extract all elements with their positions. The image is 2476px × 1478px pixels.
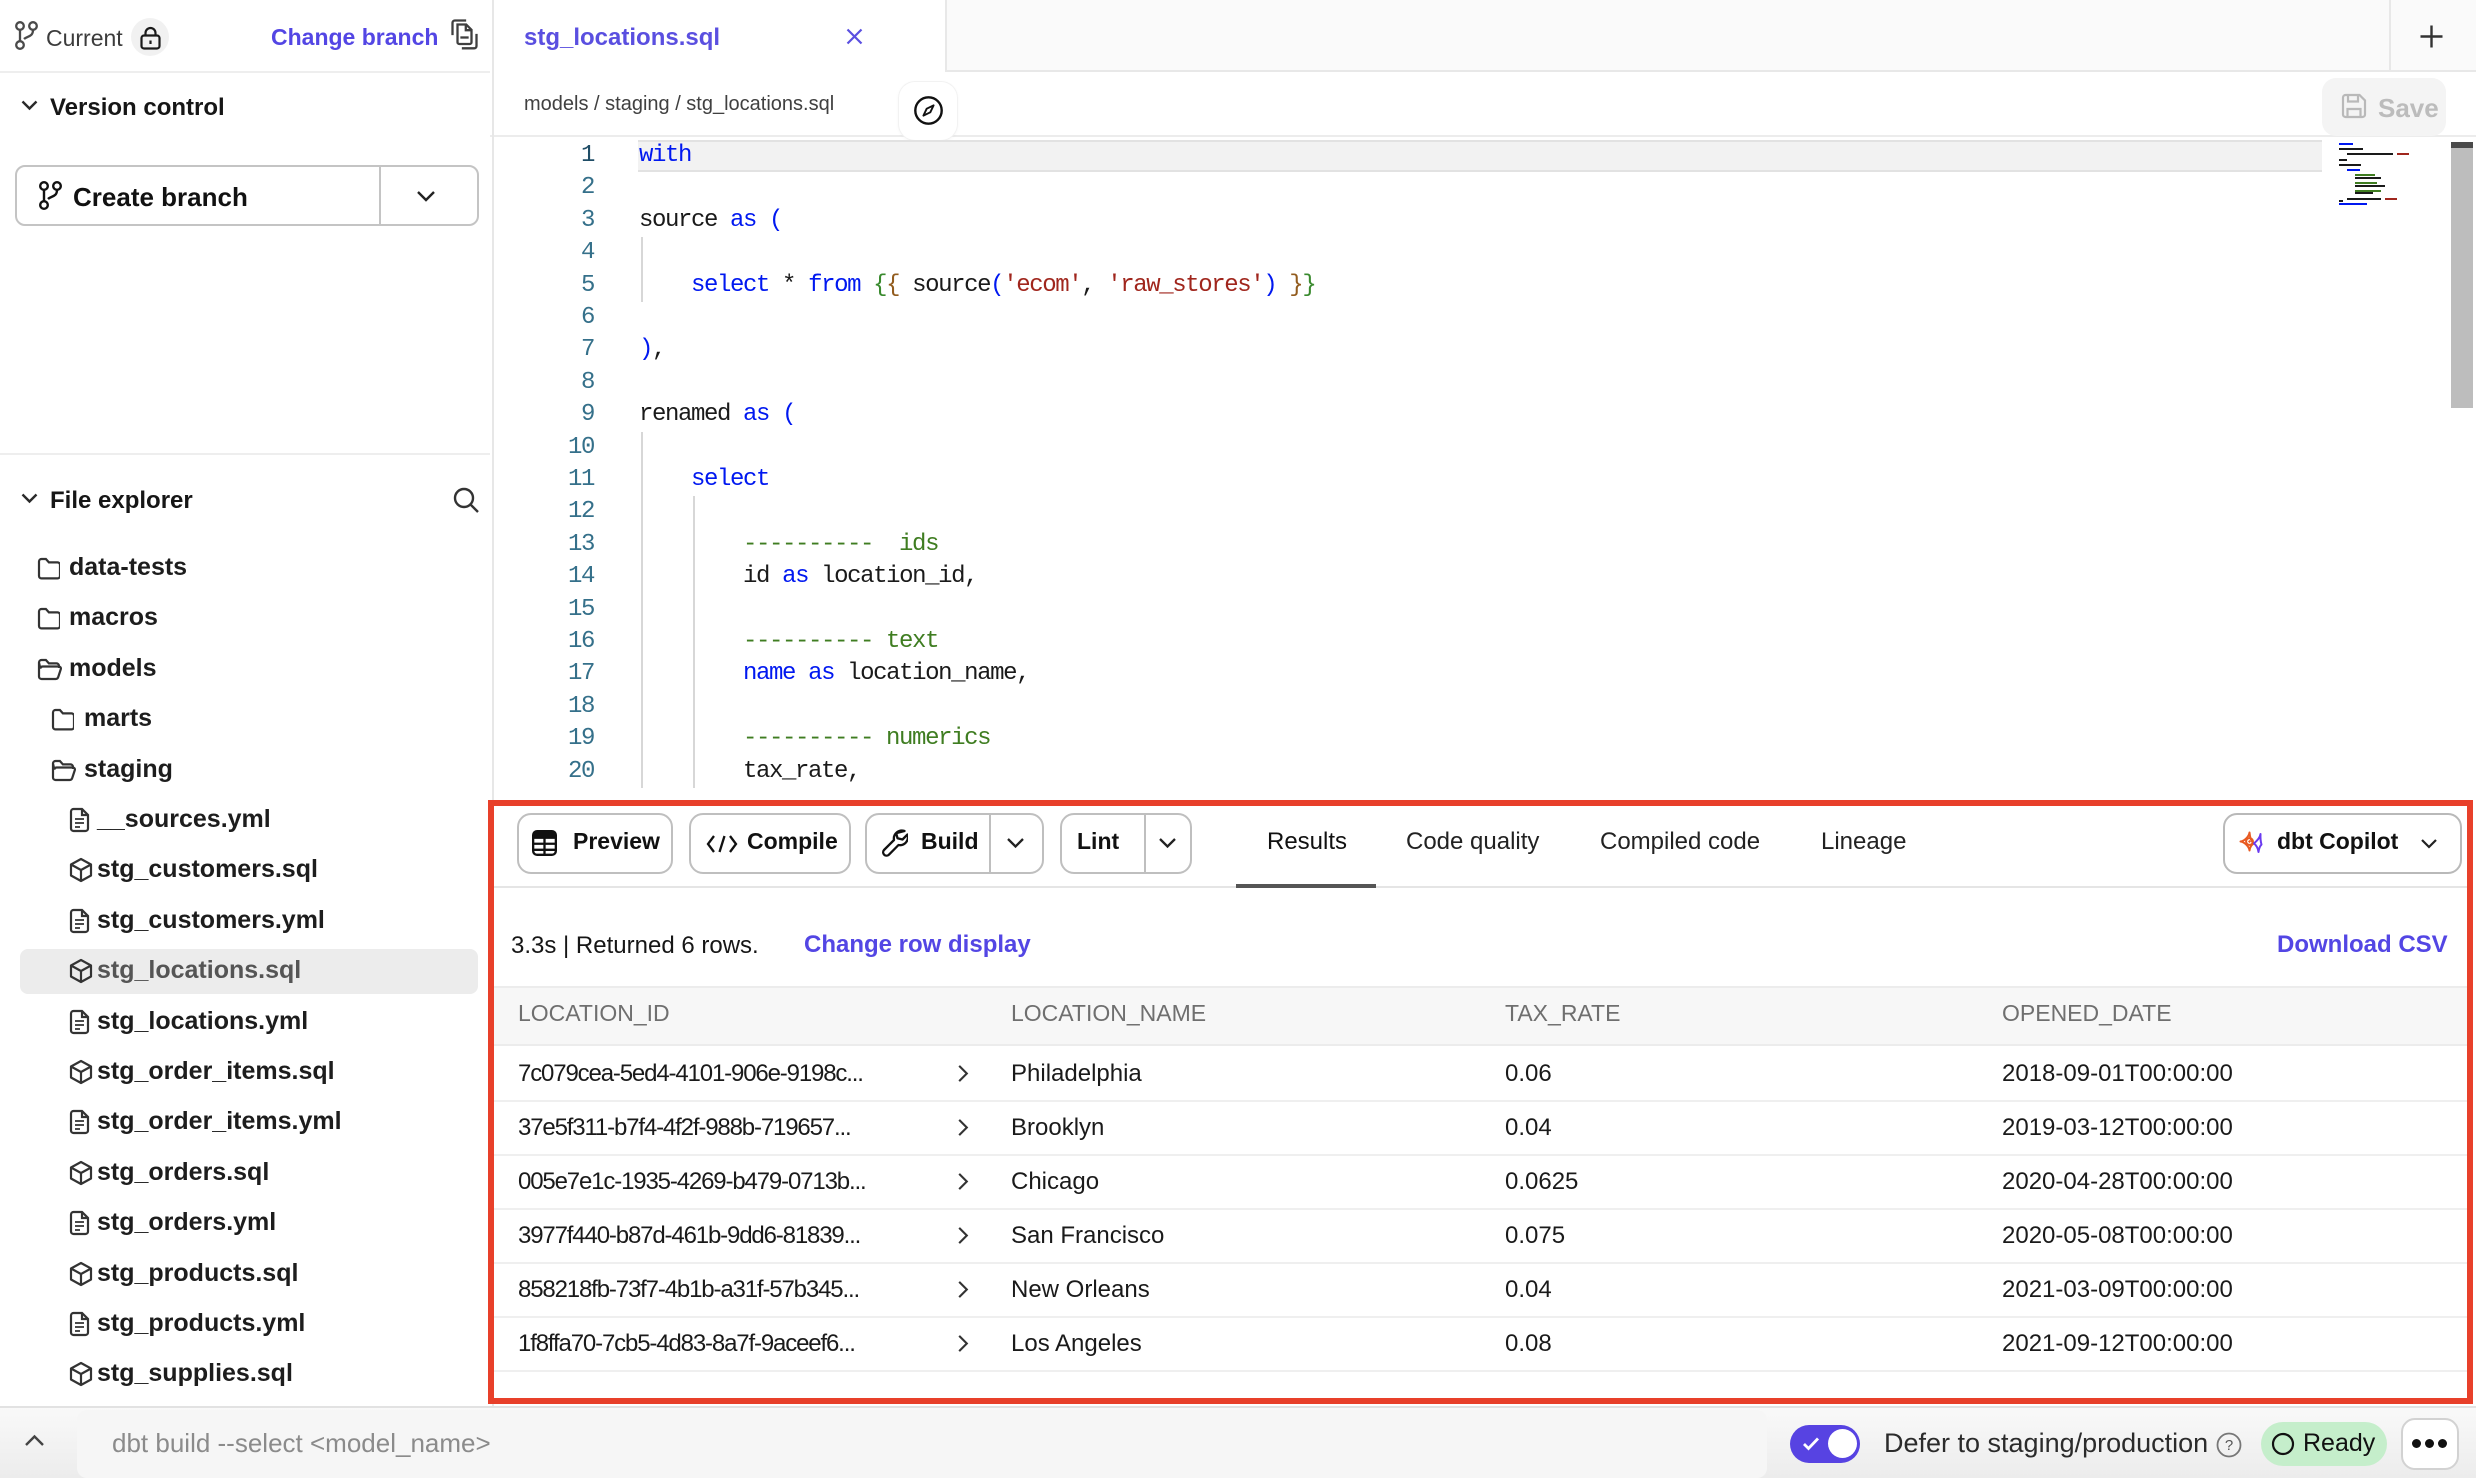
svg-text:?: ? [2225, 1437, 2233, 1454]
